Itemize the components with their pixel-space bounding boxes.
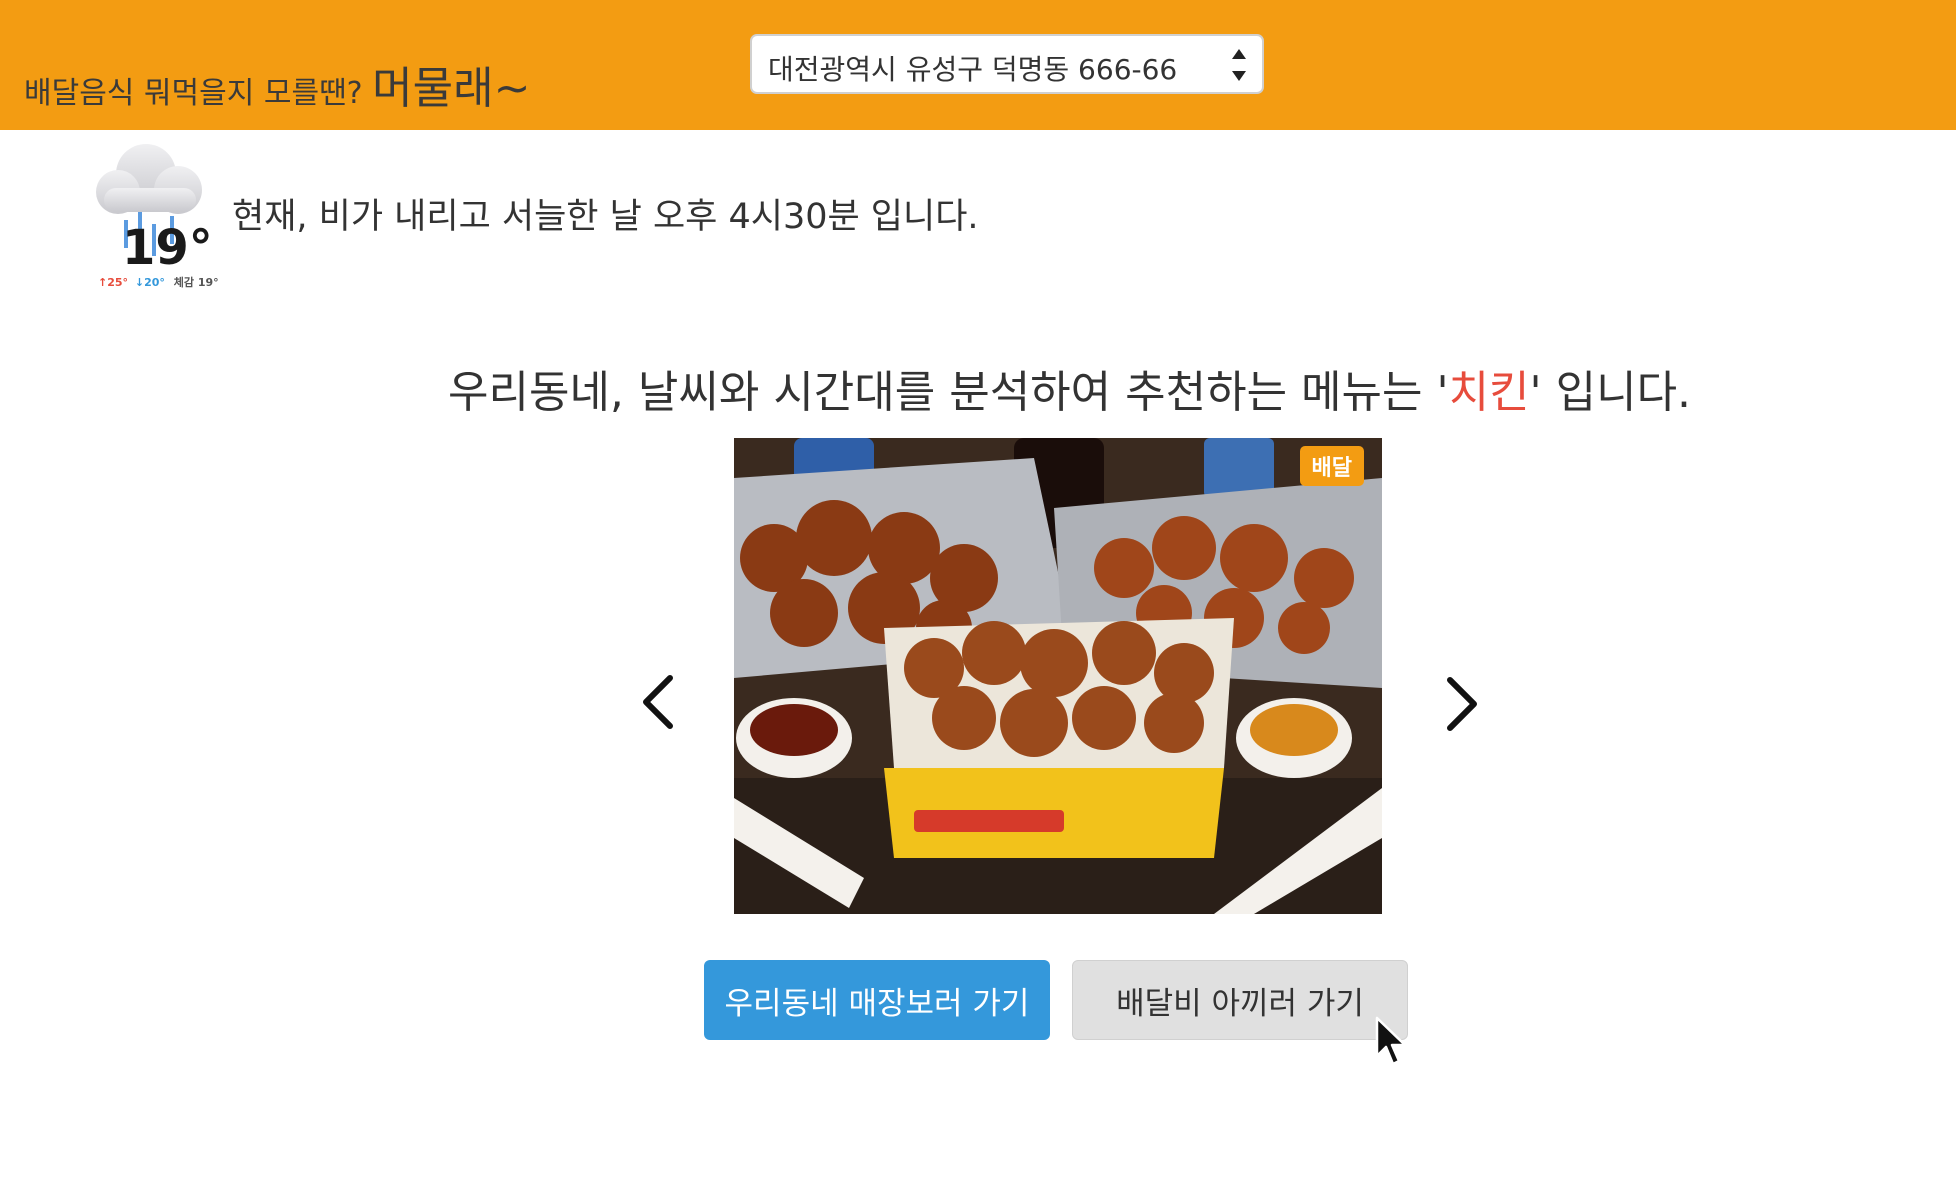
temperature-details: ↑25° ↓20° 체감 19° <box>98 274 219 290</box>
recommendation-text-after: ' 입니다. <box>1529 367 1692 418</box>
current-temperature: 19° <box>122 220 213 276</box>
chevron-right-icon <box>1447 677 1477 731</box>
recommendation-heading: 우리동네, 날씨와 시간대를 분석하여 추천하는 메뉴는 '치킨' 입니다. <box>448 356 1691 420</box>
select-updown-icon <box>1232 49 1246 81</box>
weather-status-text: 현재, 비가 내리고 서늘한 날 오후 4시30분 입니다. <box>232 197 979 237</box>
high-temperature: ↑25° <box>98 276 129 289</box>
fried-chicken-illustration <box>734 438 1382 914</box>
feels-like-temperature: 체감 19° <box>173 276 219 289</box>
recommendation-text-before: 우리동네, 날씨와 시간대를 분석하여 추천하는 메뉴는 ' <box>448 367 1449 418</box>
address-select[interactable]: 대전광역시 유성구 덕명동 666-66 <box>750 34 1264 94</box>
chevron-left-icon <box>643 675 673 729</box>
view-local-stores-button[interactable]: 우리동네 매장보러 가기 <box>704 960 1050 1040</box>
save-delivery-fee-button[interactable]: 배달비 아끼러 가기 <box>1072 960 1408 1040</box>
address-select-value: 대전광역시 유성구 덕명동 666-66 <box>768 53 1178 86</box>
carousel-prev-button[interactable] <box>632 662 692 742</box>
carousel-next-button[interactable] <box>1428 664 1488 744</box>
recommended-menu: 치킨 <box>1448 367 1530 418</box>
mouse-pointer-icon <box>1375 1016 1407 1066</box>
tagline-lead: 배달음식 뭐먹을지 모를땐? <box>24 76 373 111</box>
brand-logo-text[interactable]: 머물래~ <box>372 63 530 114</box>
top-header-bar: 배달음식 뭐먹을지 모를땐? 머물래~ 대전광역시 유성구 덕명동 666-66 <box>0 0 1956 130</box>
menu-food-photo[interactable]: 배달 <box>734 438 1382 914</box>
delivery-badge: 배달 <box>1299 446 1364 486</box>
site-tagline: 배달음식 뭐먹을지 모를땐? 머물래~ <box>24 52 530 116</box>
low-temperature: ↓20° <box>134 276 165 289</box>
